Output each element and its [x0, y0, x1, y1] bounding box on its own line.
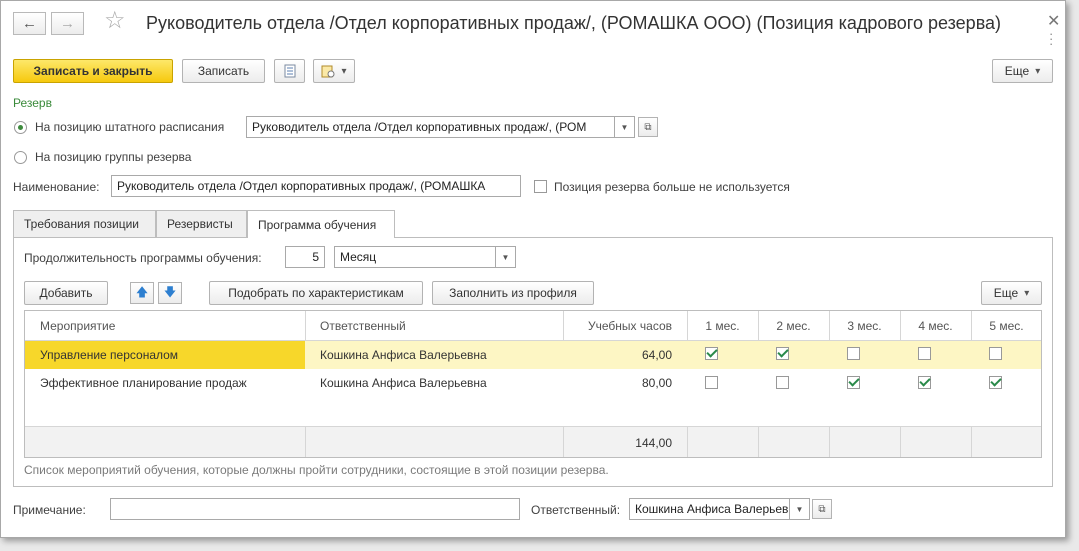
print-menu-button[interactable]: [313, 59, 355, 83]
duration-unit-field[interactable]: Месяц: [334, 246, 496, 268]
row1-month1-checkbox[interactable]: [705, 347, 718, 360]
radio-reserve-group-label: На позицию группы резерва: [35, 150, 192, 164]
tab-reservists[interactable]: Резервисты: [156, 210, 247, 237]
staff-position-field[interactable]: Руководитель отдела /Отдел корпоративных…: [246, 116, 615, 138]
table-hint: Список мероприятий обучения, которые дол…: [24, 463, 609, 477]
table-row[interactable]: Эффективное планирование продаж Кошкина …: [25, 369, 1041, 397]
table-more-button[interactable]: Еще: [981, 281, 1042, 305]
form-window: ← → ☆ Руководитель отдела /Отдел корпора…: [0, 0, 1066, 538]
table-footer: 144,00: [25, 426, 1041, 457]
row2-month1-checkbox[interactable]: [705, 376, 718, 389]
staff-position-open-button[interactable]: ⧉: [638, 117, 658, 137]
save-and-close-button[interactable]: Записать и закрыть: [13, 59, 173, 83]
col-month-4[interactable]: 4 мес.: [900, 311, 971, 340]
radio-reserve-group[interactable]: [14, 151, 27, 164]
unused-checkbox-label: Позиция резерва больше не используется: [554, 180, 790, 194]
add-button[interactable]: Добавить: [24, 281, 108, 305]
star-icon[interactable]: ☆: [104, 9, 126, 33]
unused-checkbox[interactable]: [534, 180, 547, 193]
open-icon: ⧉: [644, 121, 652, 133]
table-header: Мероприятие Ответственный Учебных часов …: [25, 311, 1041, 341]
tab-training-program[interactable]: Программа обучения: [247, 210, 395, 238]
row-hours[interactable]: 64,00: [563, 341, 687, 369]
radio-staff-position-label: На позицию штатного расписания: [35, 120, 225, 134]
move-up-button[interactable]: 🡅: [130, 282, 154, 304]
more-button[interactable]: Еще: [992, 59, 1053, 83]
row1-month2-checkbox[interactable]: [776, 347, 789, 360]
move-down-button[interactable]: 🡇: [158, 282, 182, 304]
table-row[interactable]: Управление персоналом Кошкина Анфиса Вал…: [25, 341, 1041, 369]
row2-month3-checkbox[interactable]: [847, 376, 860, 389]
row2-month4-checkbox[interactable]: [918, 376, 931, 389]
col-month-1[interactable]: 1 мес.: [687, 311, 758, 340]
arrow-right-icon: →: [60, 15, 75, 32]
row1-month3-checkbox[interactable]: [847, 347, 860, 360]
vertical-dots-icon[interactable]: · · ·: [1049, 27, 1053, 50]
row-event[interactable]: Управление персоналом: [25, 341, 305, 369]
chevron-down-icon: ▼: [501, 252, 510, 262]
row1-month5-checkbox[interactable]: [989, 347, 1002, 360]
row-responsible[interactable]: Кошкина Анфиса Валерьевна: [305, 341, 563, 369]
row1-month4-checkbox[interactable]: [918, 347, 931, 360]
col-month-3[interactable]: 3 мес.: [829, 311, 900, 340]
chevron-down-icon: ▼: [620, 122, 629, 132]
responsible-open-button[interactable]: ⧉: [812, 499, 832, 519]
section-reserve-label: Резерв: [13, 96, 52, 110]
arrow-left-icon: ←: [22, 15, 37, 32]
col-event[interactable]: Мероприятие: [25, 311, 305, 340]
note-label: Примечание:: [13, 503, 86, 517]
row2-month2-checkbox[interactable]: [776, 376, 789, 389]
open-icon: ⧉: [818, 503, 826, 515]
pick-by-characteristics-button[interactable]: Подобрать по характеристикам: [209, 281, 423, 305]
arrow-down-icon: 🡇: [163, 284, 177, 299]
total-hours: 144,00: [635, 436, 672, 450]
responsible-field[interactable]: Кошкина Анфиса Валерьевна: [629, 498, 790, 520]
radio-staff-position[interactable]: [14, 121, 27, 134]
duration-input[interactable]: 5: [285, 246, 325, 268]
col-month-2[interactable]: 2 мес.: [758, 311, 829, 340]
document-list-icon: [284, 64, 295, 78]
note-input[interactable]: [110, 498, 520, 520]
tab-position-requirements[interactable]: Требования позиции: [13, 210, 156, 237]
report-button[interactable]: [274, 59, 305, 83]
col-hours[interactable]: Учебных часов: [563, 311, 687, 340]
duration-unit-dropdown[interactable]: ▼: [496, 246, 516, 268]
duration-label: Продолжительность программы обучения:: [24, 251, 262, 265]
col-month-5[interactable]: 5 мес.: [971, 311, 1041, 340]
chevron-down-icon: ▼: [795, 504, 804, 514]
row-event[interactable]: Эффективное планирование продаж: [25, 369, 305, 397]
forward-button[interactable]: →: [51, 12, 84, 35]
col-responsible[interactable]: Ответственный: [305, 311, 563, 340]
fill-from-profile-button[interactable]: Заполнить из профиля: [432, 281, 594, 305]
back-button[interactable]: ←: [13, 12, 46, 35]
training-table: Мероприятие Ответственный Учебных часов …: [24, 310, 1042, 458]
save-button[interactable]: Записать: [182, 59, 265, 83]
responsible-dropdown[interactable]: ▼: [790, 498, 810, 520]
name-input[interactable]: Руководитель отдела /Отдел корпоративных…: [111, 175, 521, 197]
row-hours[interactable]: 80,00: [563, 369, 687, 397]
arrow-up-icon: 🡅: [135, 284, 149, 299]
name-label: Наименование:: [13, 180, 100, 194]
window-title: Руководитель отдела /Отдел корпоративных…: [146, 13, 1002, 33]
print-settings-icon: [321, 65, 335, 78]
row2-month5-checkbox[interactable]: [989, 376, 1002, 389]
staff-position-dropdown[interactable]: ▼: [615, 116, 635, 138]
responsible-label: Ответственный:: [531, 503, 621, 517]
row-responsible[interactable]: Кошкина Анфиса Валерьевна: [305, 369, 563, 397]
